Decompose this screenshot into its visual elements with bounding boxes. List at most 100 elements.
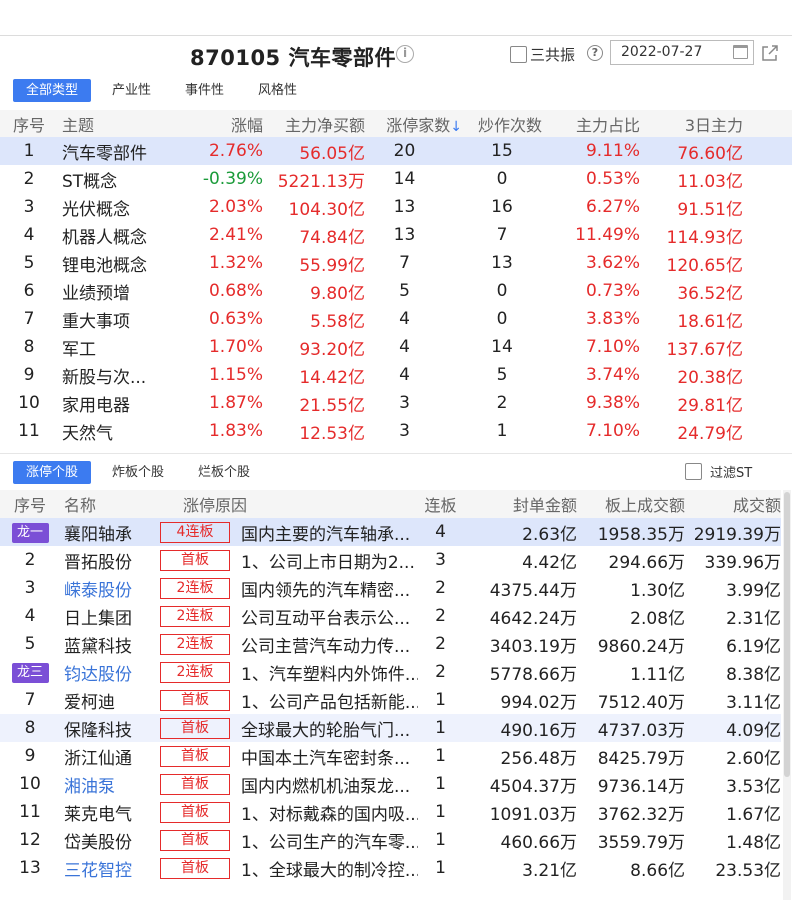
stock-name[interactable]: 襄阳轴承	[60, 518, 155, 546]
topic-row[interactable]: 9 新股与次... 1.15% 14.42亿 4 5 3.74% 20.38亿	[0, 361, 792, 389]
limit-up-reason[interactable]: 1、公司上市日期为2...	[235, 546, 418, 574]
help-icon[interactable]: ?	[587, 45, 603, 61]
checkbox-box[interactable]	[510, 46, 527, 63]
limit-badge-cell: 首板	[155, 854, 235, 882]
turnover: 3.99亿	[726, 580, 782, 601]
topic-row[interactable]: 4 机器人概念 2.41% 74.84亿 13 7 11.49% 114.93亿	[0, 221, 792, 249]
limit-up-reason[interactable]: 1、汽车塑料内外饰件...	[235, 658, 418, 686]
col-limit-up-count[interactable]: 涨停家数↓	[365, 110, 462, 137]
consecutive-boards: 1	[435, 830, 446, 850]
tab-type-1[interactable]: 产业性	[99, 79, 164, 102]
stock-row[interactable]: 12 岱美股份 首板 1、公司生产的汽车零... 1 460.66万 3559.79万 1.4…	[0, 826, 781, 854]
filter-checkbox-box[interactable]	[685, 463, 702, 480]
limit-up-reason[interactable]: 全球最大的轮胎气门...	[235, 714, 419, 742]
topic-row[interactable]: 8 军工 1.70% 93.20亿 4 14 7.10% 137.67亿	[0, 333, 792, 361]
scrollbar-thumb[interactable]	[784, 492, 790, 777]
col-seal-amount[interactable]: 封单金额	[463, 490, 578, 518]
topic-row[interactable]: 10 家用电器 1.87% 21.55亿 3 2 9.38% 29.81亿	[0, 389, 792, 417]
stock-name[interactable]: 三花智控	[60, 854, 155, 882]
stock-name[interactable]: 嵘泰股份	[60, 574, 155, 602]
stock-name[interactable]: 莱克电气	[60, 798, 155, 826]
limit-up-reason[interactable]: 国内主要的汽车轴承...	[235, 518, 419, 546]
triple-resonance-checkbox[interactable]: 三共振	[510, 44, 575, 65]
tab-type-0[interactable]: 全部类型	[13, 79, 92, 102]
col-3day-main[interactable]: 3日主力	[640, 110, 743, 137]
topic-net-buy: 14.42亿	[299, 367, 365, 388]
stock-name[interactable]: 保隆科技	[60, 714, 155, 742]
info-icon[interactable]: i	[396, 45, 414, 63]
topic-net-buy: 9.80亿	[310, 283, 365, 304]
consecutive-boards: 2	[435, 578, 446, 598]
limit-up-reason[interactable]: 中国本土汽车密封条...	[235, 742, 418, 770]
calendar-icon[interactable]	[733, 45, 748, 59]
topic-row[interactable]: 5 锂电池概念 1.32% 55.99亿 7 13 3.62% 120.65亿	[0, 249, 792, 277]
stock-index-cell: 3	[24, 578, 36, 598]
stock-row[interactable]: 7 爱柯迪 首板 1、公司产品包括新能... 1 994.02万 7512.40万 3.11亿	[0, 686, 781, 714]
tab-stock-1[interactable]: 炸板个股	[99, 461, 177, 484]
col-reason[interactable]: 涨停原因	[155, 490, 419, 518]
limit-up-reason[interactable]: 国内领先的汽车精密...	[235, 574, 418, 602]
stock-row[interactable]: 龙一 襄阳轴承 4连板 国内主要的汽车轴承... 4 2.63亿 1958.35万 2919.…	[0, 518, 782, 546]
limit-up-badge: 4连板	[160, 522, 230, 543]
limit-up-reason[interactable]: 1、对标戴森的国内吸...	[235, 798, 418, 826]
col-stock-index[interactable]: 序号	[0, 490, 60, 518]
topic-change: 2.76%	[193, 137, 263, 165]
date-picker-input[interactable]: 2022-07-27	[610, 40, 754, 65]
stock-row[interactable]: 9 浙江仙通 首板 中国本土汽车密封条... 1 256.48万 8425.79万 2.60亿	[0, 742, 781, 770]
limit-up-reason[interactable]: 1、全球最大的制冷控...	[235, 854, 418, 882]
limit-up-badge: 首板	[160, 690, 230, 711]
consecutive-boards: 1	[435, 774, 446, 794]
stock-row[interactable]: 4 日上集团 2连板 公司互动平台表示公... 2 4642.24万 2.08亿 2.31亿	[0, 602, 781, 630]
limit-up-reason[interactable]: 1、公司生产的汽车零...	[235, 826, 418, 854]
stock-name[interactable]: 日上集团	[60, 602, 155, 630]
stock-name[interactable]: 蓝黛科技	[60, 630, 155, 658]
stock-row[interactable]: 3 嵘泰股份 2连板 国内领先的汽车精密... 2 4375.44万 1.30亿 3.99亿	[0, 574, 781, 602]
limit-up-reason[interactable]: 1、公司产品包括新能...	[235, 686, 418, 714]
stock-name[interactable]: 湘油泵	[60, 770, 155, 798]
filter-st-checkbox[interactable]: 过滤ST	[685, 462, 752, 481]
tab-type-2[interactable]: 事件性	[172, 79, 237, 102]
limit-up-reason[interactable]: 公司互动平台表示公...	[235, 602, 418, 630]
stock-name[interactable]: 钧达股份	[60, 658, 155, 686]
col-change[interactable]: 涨幅	[193, 110, 263, 137]
col-net-buy[interactable]: 主力净买额	[263, 110, 365, 137]
stock-row[interactable]: 龙三 钧达股份 2连板 1、汽车塑料内外饰件... 2 5778.66万 1.11亿 8.38…	[0, 658, 781, 686]
stock-name[interactable]: 岱美股份	[60, 826, 155, 854]
topic-row[interactable]: 2 ST概念 -0.39% 5221.13万 14 0 0.53% 11.03亿	[0, 165, 792, 193]
limit-badge-cell: 首板	[155, 546, 235, 574]
stock-row[interactable]: 2 晋拓股份 首板 1、公司上市日期为2... 3 4.42亿 294.66万 339.96万	[0, 546, 781, 574]
tab-stock-2[interactable]: 烂板个股	[185, 461, 263, 484]
col-boards[interactable]: 连板	[418, 490, 464, 518]
topic-net-buy: 55.99亿	[299, 255, 365, 276]
col-main-ratio[interactable]: 主力占比	[542, 110, 640, 137]
onboard-turnover: 1.11亿	[630, 664, 686, 685]
col-onboard-turnover[interactable]: 板上成交额	[577, 490, 686, 518]
col-stock-name[interactable]: 名称	[60, 490, 155, 518]
stock-name[interactable]: 晋拓股份	[60, 546, 155, 574]
stock-name[interactable]: 浙江仙通	[60, 742, 155, 770]
col-turnover[interactable]: 成交额	[685, 490, 782, 518]
stock-row[interactable]: 5 蓝黛科技 2连板 公司主营汽车动力传... 2 3403.19万 9860.24万 6.1…	[0, 630, 781, 658]
turnover: 23.53亿	[715, 860, 782, 881]
stock-name[interactable]: 爱柯迪	[60, 686, 155, 714]
topic-row[interactable]: 11 天然气 1.83% 12.53亿 3 1 7.10% 24.79亿	[0, 417, 792, 445]
col-topic[interactable]: 主题	[58, 110, 193, 137]
tab-stock-0[interactable]: 涨停个股	[13, 461, 92, 484]
topic-row[interactable]: 7 重大事项 0.63% 5.58亿 4 0 3.83% 18.61亿	[0, 305, 792, 333]
topic-row[interactable]: 1 汽车零部件 2.76% 56.05亿 20 15 9.11% 76.60亿	[0, 137, 792, 165]
tab-type-3[interactable]: 风格性	[245, 79, 310, 102]
turnover: 3.53亿	[726, 776, 782, 797]
stock-row[interactable]: 8 保隆科技 首板 全球最大的轮胎气门... 1 490.16万 4737.03万 4.09亿	[0, 714, 782, 742]
vertical-scrollbar[interactable]	[783, 490, 791, 900]
topic-name: 新股与次...	[62, 367, 147, 388]
topic-row[interactable]: 3 光伏概念 2.03% 104.30亿 13 16 6.27% 91.51亿	[0, 193, 792, 221]
stock-row[interactable]: 10 湘油泵 首板 国内内燃机机油泵龙... 1 4504.37万 9736.14万 3.53…	[0, 770, 781, 798]
col-index[interactable]: 序号	[0, 110, 58, 137]
limit-up-reason[interactable]: 国内内燃机机油泵龙...	[235, 770, 418, 798]
stock-row[interactable]: 11 莱克电气 首板 1、对标戴森的国内吸... 1 1091.03万 3762.32万 1.…	[0, 798, 781, 826]
export-icon[interactable]	[761, 44, 779, 62]
topic-row[interactable]: 6 业绩预增 0.68% 9.80亿 5 0 0.73% 36.52亿	[0, 277, 792, 305]
col-hype-count[interactable]: 炒作次数	[462, 110, 542, 137]
limit-up-reason[interactable]: 公司主营汽车动力传...	[235, 630, 418, 658]
stock-row[interactable]: 13 三花智控 首板 1、全球最大的制冷控... 1 3.21亿 8.66亿 23.53亿	[0, 854, 781, 882]
